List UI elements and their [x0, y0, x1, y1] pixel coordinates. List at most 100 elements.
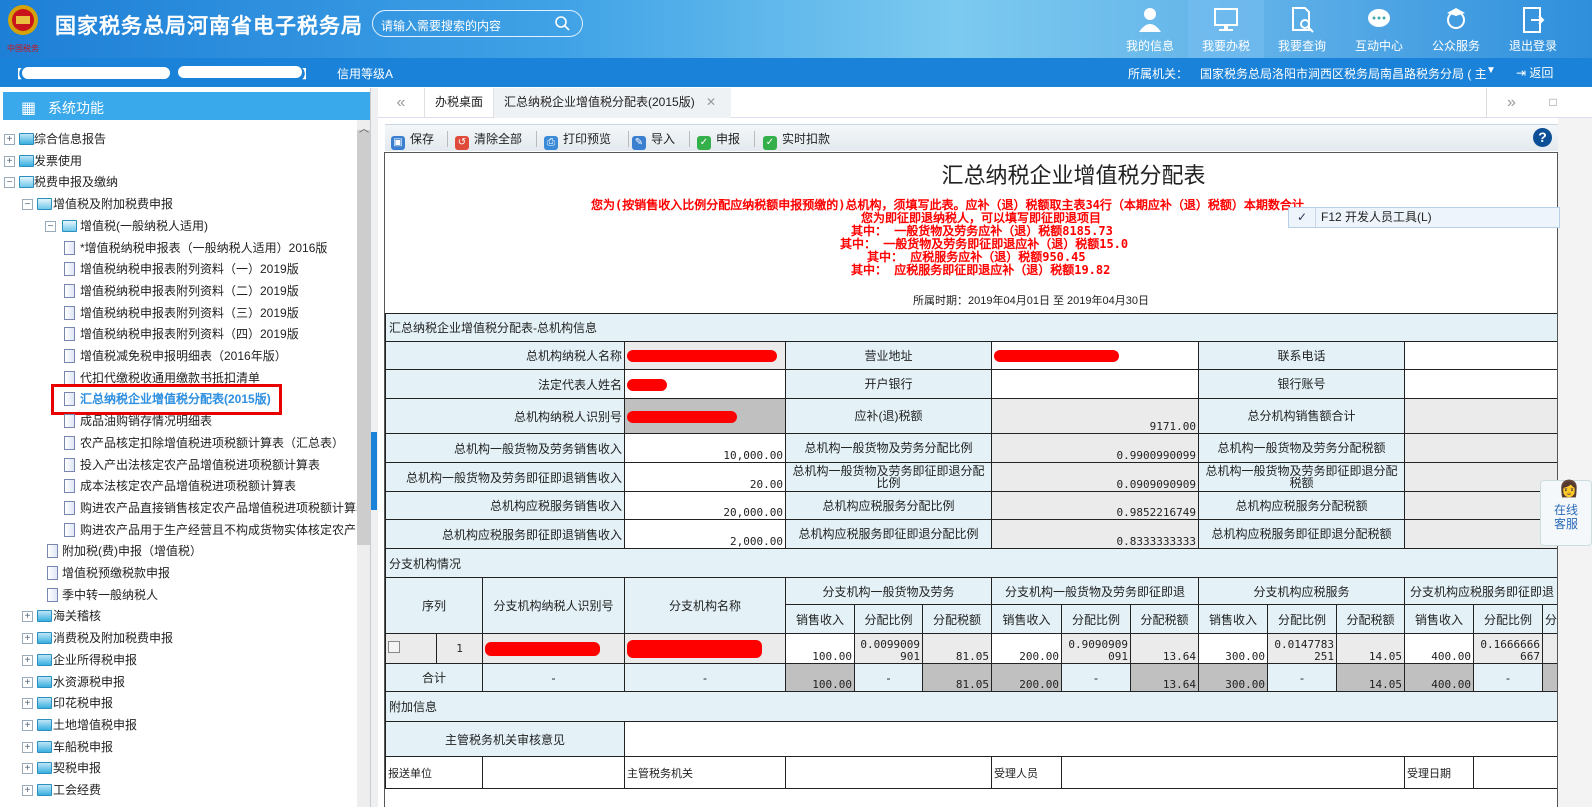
tree-item[interactable]: *增值税纳税申报表（一般纳税人适用）2016版	[0, 238, 357, 259]
branch-value[interactable]: 200.00	[991, 633, 1062, 664]
tree-item[interactable]: 代扣代缴税收通用缴款书抵扣清单	[0, 368, 357, 389]
expand-icon[interactable]: +	[22, 763, 33, 775]
print-preview-button[interactable]: ⎙ 打印预览	[544, 129, 611, 150]
tree-item[interactable]: 增值税预缴税款申报	[0, 563, 357, 584]
field-input[interactable]: 20.00	[624, 462, 786, 492]
tree-item[interactable]: 农产品核定扣除增值税进项税额计算表（汇总表）	[0, 433, 357, 454]
field-input[interactable]	[991, 369, 1199, 399]
branch-tin[interactable]	[482, 633, 625, 664]
tree-item[interactable]: − 税费申报及缴纳	[0, 172, 357, 193]
expand-icon[interactable]: +	[22, 611, 33, 623]
tree-item[interactable]: 汇总纳税企业增值税分配表(2015版)	[0, 384, 357, 416]
search-icon[interactable]	[554, 15, 570, 31]
expand-icon[interactable]: +	[4, 134, 15, 145]
field-input[interactable]	[1404, 433, 1557, 463]
branch-name[interactable]	[624, 633, 786, 664]
field-input[interactable]	[624, 341, 786, 370]
field-input[interactable]	[1404, 491, 1557, 520]
nav-user[interactable]: 我的信息	[1112, 0, 1188, 58]
nav-logout[interactable]: 退出登录	[1495, 0, 1571, 58]
authority-select[interactable]: 国家税务总局洛阳市涧西区税务局南昌路税务分局 ( 主	[1200, 65, 1487, 82]
tab-home[interactable]: 办税桌面	[424, 88, 493, 118]
chevron-down-icon[interactable]: ▼	[1486, 65, 1496, 76]
nav-monitor[interactable]: 我要办税	[1188, 0, 1264, 58]
field-input[interactable]	[624, 369, 786, 399]
field-input[interactable]	[1404, 398, 1557, 434]
tree-item[interactable]: 附加税(费)申报（增值税）	[0, 541, 357, 562]
collapse-icon[interactable]: −	[22, 199, 33, 211]
sidebar-scrollbar-thumb[interactable]	[357, 130, 370, 545]
tree-item[interactable]: 季中转一般纳税人	[0, 585, 357, 606]
collapse-icon[interactable]: −	[4, 177, 15, 189]
field-input[interactable]: 0.8333333333	[991, 519, 1199, 549]
realtime-deduct-button[interactable]: ✓ 实时扣款	[763, 129, 830, 150]
tree-item[interactable]: 购进农产品用于生产经营且不构成货物实体核定农产品增值税进项税额计算表	[0, 520, 357, 541]
help-icon[interactable]: ?	[1533, 128, 1552, 147]
import-button[interactable]: ✎ 导入	[632, 129, 675, 150]
scroll-up-icon[interactable]: ︿	[359, 120, 369, 135]
tree-item[interactable]: 增值税减免税申报明细表（2016年版）	[0, 346, 357, 367]
online-service-button[interactable]: 👩 在线 客服	[1540, 480, 1592, 546]
expand-icon[interactable]: +	[22, 676, 33, 688]
field-input[interactable]	[1404, 341, 1557, 370]
field-input[interactable]	[1404, 369, 1557, 399]
tree-item[interactable]: + 海关稽核	[0, 606, 357, 627]
nav-chat[interactable]: 互动中心	[1341, 0, 1417, 58]
expand-icon[interactable]: +	[22, 719, 33, 731]
tree-item[interactable]: + 土地增值税申报	[0, 715, 357, 736]
expand-icon[interactable]: +	[22, 741, 33, 753]
tab-scroll-right-icon[interactable]: »	[1486, 88, 1536, 118]
tab-active-form[interactable]: 汇总纳税企业增值税分配表(2015版) ✕	[493, 88, 731, 118]
save-button[interactable]: ▣ 保存	[391, 129, 434, 150]
tree-item[interactable]: 成品油购销存情况明细表	[0, 411, 357, 432]
tree-item[interactable]: + 消费税及附加税费申报	[0, 628, 357, 649]
expand-icon[interactable]: +	[22, 785, 33, 796]
field-input[interactable]: 0.0909090909	[991, 462, 1199, 492]
tree-item[interactable]: + 工会经费	[0, 780, 357, 801]
tree-item[interactable]: − 增值税(一般纳税人适用)	[0, 216, 357, 237]
collapse-icon[interactable]: −	[45, 220, 56, 232]
tree-item[interactable]: 投入产出法核定农产品增值税进项税额计算表	[0, 455, 357, 476]
field-input[interactable]	[1404, 462, 1557, 492]
tree-item[interactable]: 成本法核定农产品增值税进项税额计算表	[0, 476, 357, 497]
back-button[interactable]: ⇥ 返回	[1516, 64, 1553, 81]
expand-icon[interactable]: +	[22, 633, 33, 645]
expand-icon[interactable]: +	[4, 155, 15, 167]
branch-value[interactable]: 100.00	[785, 633, 855, 664]
submit-unit-value[interactable]	[482, 756, 625, 789]
tree-item[interactable]: 增值税纳税申报表附列资料（二）2019版	[0, 281, 357, 302]
field-input[interactable]: 0.9852216749	[991, 491, 1199, 520]
tree-item[interactable]: + 综合信息报告	[0, 129, 357, 150]
tab-scroll-left-icon[interactable]: «	[378, 88, 424, 118]
field-input[interactable]	[1404, 519, 1557, 549]
branch-value[interactable]: 400.00	[1404, 633, 1474, 664]
nav-document-search[interactable]: 我要查询	[1264, 0, 1340, 58]
field-input[interactable]: 2,000.00	[624, 519, 786, 549]
field-input[interactable]	[991, 341, 1199, 370]
tree-item[interactable]: − 增值税及附加税费申报	[0, 194, 357, 215]
search-input[interactable]: 请输入需要搜索的内容	[372, 10, 583, 37]
expand-icon[interactable]: +	[22, 698, 33, 710]
tree-item[interactable]: + 水资源税申报	[0, 672, 357, 693]
collapse-sidebar-handle[interactable]	[371, 432, 377, 510]
tree-item[interactable]: + 企业所得税申报	[0, 650, 357, 671]
clear-all-button[interactable]: ↺ 清除全部	[455, 129, 522, 150]
receiver-value[interactable]	[1061, 756, 1405, 789]
receive-date-value[interactable]	[1473, 756, 1557, 789]
field-input[interactable]	[624, 398, 786, 434]
tree-item[interactable]: + 契税申报	[0, 758, 357, 779]
menu-item-dev-tools[interactable]: F12 开发人员工具(L)	[1321, 208, 1432, 227]
tree-item[interactable]: 增值税纳税申报表附列资料（一）2019版	[0, 259, 357, 280]
tree-item[interactable]: 购进农产品直接销售核定农产品增值税进项税额计算表	[0, 498, 357, 519]
expand-icon[interactable]: +	[22, 654, 33, 666]
tree-item[interactable]: + 车船税申报	[0, 737, 357, 758]
tree-item[interactable]: + 印花税申报	[0, 693, 357, 714]
field-input[interactable]: 9171.00	[991, 398, 1199, 434]
tree-item[interactable]: 增值税纳税申报表附列资料（四）2019版	[0, 324, 357, 345]
close-icon[interactable]: ✕	[706, 95, 716, 109]
field-input[interactable]: 0.9900990099	[991, 433, 1199, 463]
field-input[interactable]: 10,000.00	[624, 433, 786, 463]
declare-button[interactable]: ✓ 申报	[697, 129, 740, 150]
row-checkbox[interactable]	[388, 641, 400, 653]
branch-value[interactable]: 300.00	[1198, 633, 1268, 664]
